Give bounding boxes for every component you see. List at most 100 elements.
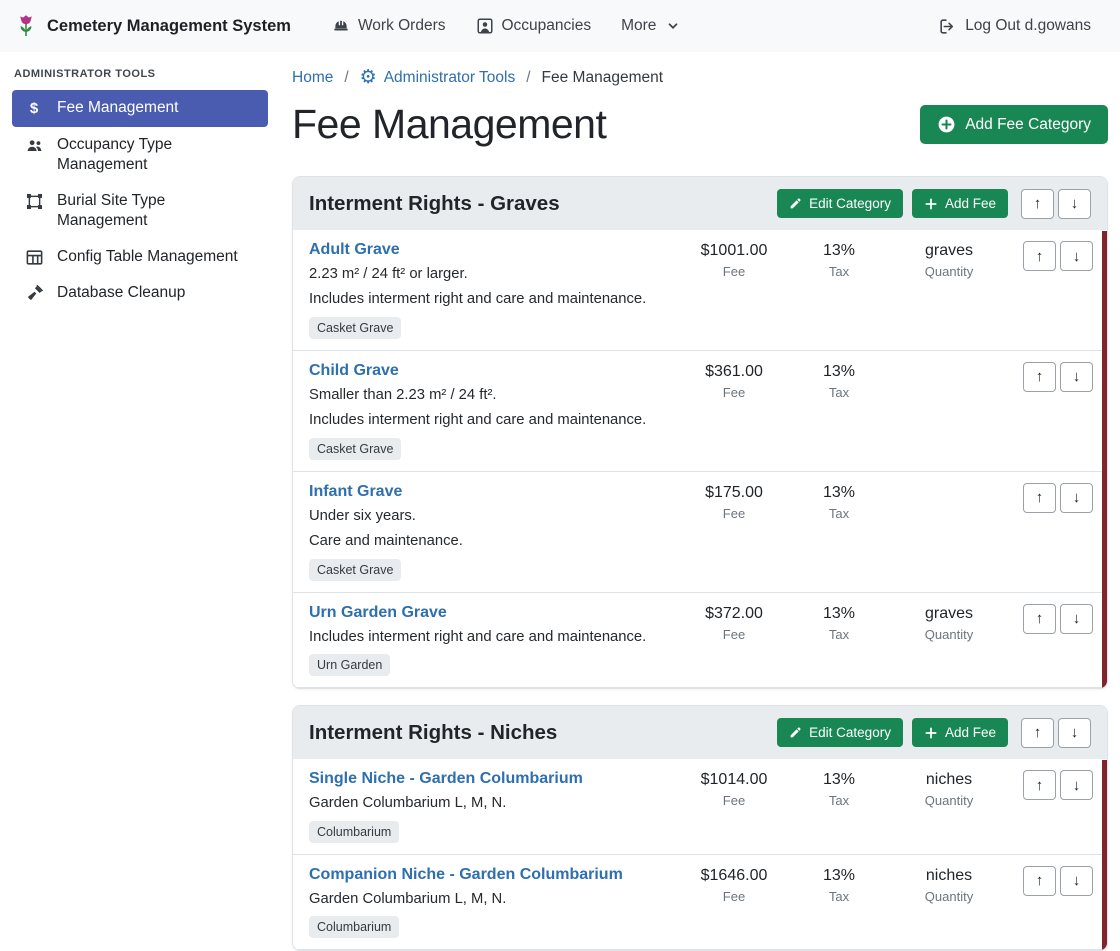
table-icon	[24, 248, 44, 267]
bounding-box-icon	[24, 192, 44, 211]
move-fee-up-button[interactable]: ↑	[1023, 241, 1056, 271]
arrow-up-icon: ↑	[1034, 195, 1042, 212]
button-label: Edit Category	[809, 725, 891, 740]
move-fee-up-button[interactable]: ↑	[1023, 770, 1056, 800]
app-title: Cemetery Management System	[47, 17, 291, 36]
arrow-down-icon: ↓	[1073, 777, 1081, 794]
breadcrumb-admin-tools-link[interactable]: ⚙ Administrator Tools	[360, 68, 516, 87]
arrow-up-icon: ↑	[1036, 248, 1044, 265]
fee-badge: Casket Grave	[309, 317, 401, 339]
card-scrollbar[interactable]	[1102, 760, 1107, 950]
nav-label: Work Orders	[358, 17, 446, 35]
move-fee-down-button[interactable]: ↓	[1060, 483, 1093, 513]
sidebar-item-label: Config Table Management	[57, 247, 238, 267]
fee-name-link[interactable]: Urn Garden Grave	[309, 604, 447, 622]
breadcrumb-separator: /	[526, 69, 530, 87]
fee-name-link[interactable]: Infant Grave	[309, 483, 402, 501]
add-fee-category-button[interactable]: Add Fee Category	[920, 105, 1108, 144]
logout-label: Log Out d.gowans	[965, 17, 1091, 35]
fee-name-link[interactable]: Child Grave	[309, 362, 399, 380]
fee-amount-label: Fee	[679, 627, 789, 642]
button-label: Edit Category	[809, 196, 891, 211]
nav-label: More	[621, 17, 656, 35]
app-brand[interactable]: Cemetery Management System	[14, 14, 291, 38]
sidebar-item-database-cleanup[interactable]: Database Cleanup	[12, 275, 268, 311]
arrow-up-icon: ↑	[1036, 777, 1044, 794]
sidebar-item-label: Occupancy Type Management	[57, 135, 258, 175]
breadcrumb-label: Administrator Tools	[384, 69, 516, 87]
fee-tax: 13%	[789, 484, 889, 502]
move-fee-down-button[interactable]: ↓	[1060, 362, 1093, 392]
fee-quantity-unit: graves	[889, 242, 1009, 260]
fee-row-urn-garden-grave: Urn Garden Grave Includes interment righ…	[293, 593, 1107, 688]
fee-description: Under six years.	[309, 506, 673, 527]
move-fee-up-button[interactable]: ↑	[1023, 483, 1056, 513]
sidebar: Administrator Tools $ Fee Management Occ…	[0, 52, 280, 939]
fee-badge: Casket Grave	[309, 438, 401, 460]
move-fee-down-button[interactable]: ↓	[1060, 770, 1093, 800]
arrow-down-icon: ↓	[1073, 489, 1081, 506]
plus-icon	[924, 726, 938, 740]
fee-quantity-empty	[889, 483, 1009, 484]
move-fee-down-button[interactable]: ↓	[1060, 241, 1093, 271]
edit-category-button[interactable]: Edit Category	[777, 189, 903, 218]
edit-category-button[interactable]: Edit Category	[777, 718, 903, 747]
fee-amount-label: Fee	[679, 793, 789, 808]
fee-amount: $1001.00	[679, 242, 789, 260]
fee-tax: 13%	[789, 242, 889, 260]
move-fee-down-button[interactable]: ↓	[1060, 604, 1093, 634]
fee-amount-label: Fee	[679, 506, 789, 521]
pencil-icon	[789, 197, 802, 210]
breadcrumb: Home / ⚙ Administrator Tools / Fee Manag…	[292, 68, 1108, 87]
tulip-logo-icon	[14, 14, 38, 38]
arrow-up-icon: ↑	[1036, 610, 1044, 627]
nav-more[interactable]: More	[606, 11, 695, 41]
move-fee-up-button[interactable]: ↑	[1023, 604, 1056, 634]
fee-name-link[interactable]: Adult Grave	[309, 241, 400, 259]
sidebar-item-config-table-management[interactable]: Config Table Management	[12, 239, 268, 275]
fee-badge: Urn Garden	[309, 654, 390, 676]
sidebar-item-fee-management[interactable]: $ Fee Management	[12, 90, 268, 127]
fee-tax: 13%	[789, 363, 889, 381]
category-title: Interment Rights - Niches	[309, 721, 557, 745]
fee-name-link[interactable]: Companion Niche - Garden Columbarium	[309, 866, 623, 884]
fee-badge: Casket Grave	[309, 559, 401, 581]
logout-icon	[938, 17, 957, 36]
fee-row-infant-grave: Infant Grave Under six years. Care and m…	[293, 472, 1107, 593]
breadcrumb-home-link[interactable]: Home	[292, 69, 333, 87]
breadcrumb-separator: /	[344, 69, 348, 87]
sidebar-item-burial-site-type-management[interactable]: Burial Site Type Management	[12, 183, 268, 239]
nav-occupancies[interactable]: Occupancies	[461, 11, 607, 41]
fee-description: 2.23 m² / 24 ft² or larger.	[309, 264, 673, 285]
main-content: Home / ⚙ Administrator Tools / Fee Manag…	[280, 52, 1120, 939]
fee-quantity-label: Quantity	[889, 264, 1009, 279]
move-fee-up-button[interactable]: ↑	[1023, 362, 1056, 392]
move-fee-up-button[interactable]: ↑	[1023, 866, 1056, 896]
arrow-up-icon: ↑	[1034, 724, 1042, 741]
arrow-down-icon: ↓	[1073, 248, 1081, 265]
fee-name-link[interactable]: Single Niche - Garden Columbarium	[309, 770, 583, 788]
sidebar-item-occupancy-type-management[interactable]: Occupancy Type Management	[12, 127, 268, 183]
chevron-down-icon	[666, 19, 680, 33]
category-header: Interment Rights - Niches Edit Category	[293, 706, 1107, 759]
category-header: Interment Rights - Graves Edit Category	[293, 177, 1107, 230]
sidebar-item-label: Fee Management	[57, 98, 179, 118]
move-category-down-button[interactable]: ↓	[1058, 189, 1091, 219]
move-category-up-button[interactable]: ↑	[1021, 189, 1054, 219]
gear-icon: ⚙	[360, 68, 377, 87]
people-icon	[24, 136, 44, 155]
occupancy-frame-icon	[476, 17, 494, 35]
logout-link[interactable]: Log Out d.gowans	[923, 11, 1106, 42]
add-fee-button[interactable]: Add Fee	[912, 718, 1008, 747]
card-scrollbar[interactable]	[1102, 231, 1107, 688]
category-title: Interment Rights - Graves	[309, 192, 560, 216]
fee-tax-label: Tax	[789, 627, 889, 642]
move-fee-down-button[interactable]: ↓	[1060, 866, 1093, 896]
move-category-down-button[interactable]: ↓	[1058, 718, 1091, 748]
move-category-up-button[interactable]: ↑	[1021, 718, 1054, 748]
fee-row-adult-grave: Adult Grave 2.23 m² / 24 ft² or larger. …	[293, 230, 1107, 351]
fee-category-card-niches: Interment Rights - Niches Edit Category	[292, 705, 1108, 951]
fee-tax-label: Tax	[789, 793, 889, 808]
add-fee-button[interactable]: Add Fee	[912, 189, 1008, 218]
nav-work-orders[interactable]: Work Orders	[317, 11, 461, 41]
